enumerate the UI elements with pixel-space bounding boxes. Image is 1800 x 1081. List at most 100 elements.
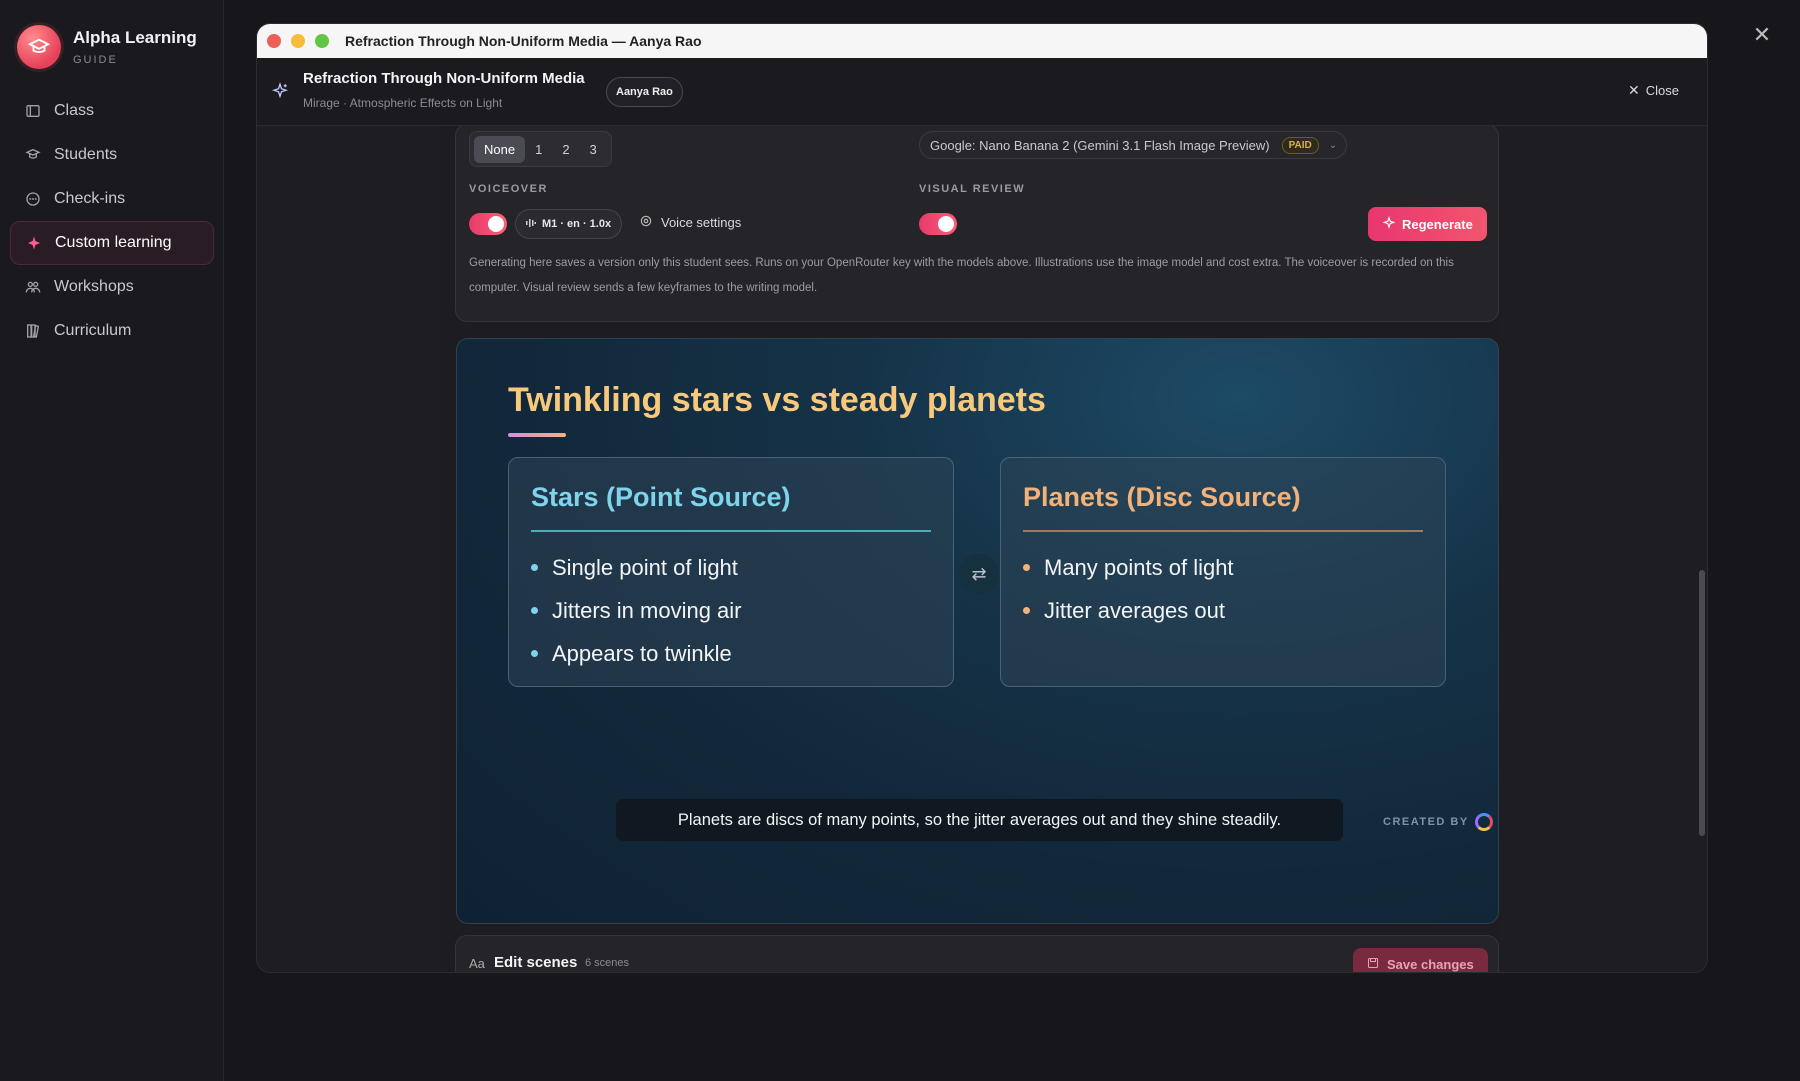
scene-count: 6 scenes [585, 957, 630, 969]
sidebar-item-label: Check-ins [54, 190, 126, 207]
edit-scenes-title: Edit scenes [494, 954, 578, 971]
illustration-count-selector: None 1 2 3 [469, 131, 612, 167]
class-icon [24, 102, 42, 120]
brand-logo-icon [1474, 813, 1493, 831]
bullet [1023, 607, 1030, 614]
lesson-subtitle: Mirage · Atmospheric Effects on Light [303, 96, 503, 110]
chevron-down-icon: ⌄ [1328, 139, 1338, 151]
close-icon: ✕ [1628, 82, 1640, 98]
close-button[interactable]: ✕ Close [1628, 82, 1679, 99]
created-by-label: CREATED BY [1383, 816, 1469, 828]
people-icon [24, 278, 42, 296]
bullet [1023, 564, 1030, 571]
paid-badge: PAID [1281, 136, 1319, 154]
sidebar-item-class[interactable]: Class [10, 89, 214, 133]
model-name: Google: Nano Banana 2 (Gemini 3.1 Flash … [930, 137, 1270, 153]
list-item: Single point of light [531, 546, 742, 589]
students-icon [24, 146, 42, 164]
sidebar-item-students[interactable]: Students [10, 133, 214, 177]
preview-window: Refraction Through Non-Uniform Media — A… [256, 23, 1708, 973]
window-close-dot[interactable] [267, 34, 281, 48]
window-zoom-dot[interactable] [315, 34, 329, 48]
stars-divider [531, 530, 931, 532]
bullet [531, 564, 538, 571]
voice-pill[interactable]: M1 · en · 1.0x [515, 209, 623, 239]
books-icon [24, 322, 42, 340]
visual-review-label: VISUAL REVIEW [919, 183, 1026, 195]
planets-card: Planets (Disc Source) Many points of lig… [1000, 457, 1446, 687]
brand-subtitle: GUIDE [73, 54, 118, 66]
stars-card: Stars (Point Source) Single point of lig… [508, 457, 954, 687]
stars-heading: Stars (Point Source) [531, 482, 791, 512]
student-chip[interactable]: Aanya Rao [606, 77, 683, 107]
bullet [531, 650, 538, 657]
sidebar-item-label: Curriculum [54, 322, 132, 339]
created-by: CREATED BY [1383, 813, 1493, 831]
brand-title: Alpha Learning [73, 28, 197, 47]
sidebar-item-label: Custom learning [55, 234, 172, 251]
window-minimize-dot[interactable] [291, 34, 305, 48]
window-titlebar: Refraction Through Non-Uniform Media — A… [257, 24, 1707, 58]
slide-preview: Twinkling stars vs steady planets Stars … [456, 338, 1499, 924]
segment-1[interactable]: 1 [525, 142, 552, 157]
gear-icon [639, 214, 653, 231]
voice-settings-button[interactable]: Voice settings [639, 214, 741, 231]
list-item: Jitter averages out [1023, 589, 1234, 632]
list-item: Many points of light [1023, 546, 1234, 589]
voiceover-label: VOICEOVER [469, 183, 548, 195]
sidebar: Alpha Learning GUIDE Class Students Chec… [0, 0, 224, 1081]
stars-list: Single point of light Jitters in moving … [531, 546, 742, 675]
chat-icon [24, 190, 42, 208]
app-header: Refraction Through Non-Uniform Media Mir… [257, 58, 1707, 126]
sparkle-icon [25, 234, 43, 252]
save-changes-button[interactable]: Save changes [1353, 948, 1488, 972]
sparkle-icon [271, 82, 289, 105]
sidebar-item-curriculum[interactable]: Curriculum [10, 309, 214, 353]
sidebar-item-label: Students [54, 146, 118, 163]
generation-settings-panel: None 1 2 3 Google: Nano Banana 2 (Gemini… [455, 126, 1499, 322]
voice-pill-label: M1 · en · 1.0x [542, 218, 612, 230]
voice-settings-label: Voice settings [661, 215, 742, 230]
visual-review-toggle[interactable] [919, 213, 957, 235]
close-label: Close [1645, 83, 1679, 98]
segment-3[interactable]: 3 [580, 142, 607, 157]
text-icon: Aa [469, 956, 485, 971]
list-item-text: Many points of light [1044, 554, 1234, 580]
floppy-icon [1367, 957, 1379, 972]
list-item: Jitters in moving air [531, 589, 742, 632]
sidebar-item-check-ins[interactable]: Check-ins [10, 177, 214, 221]
list-item-text: Jitters in moving air [552, 597, 742, 623]
planets-list: Many points of light Jitter averages out [1023, 546, 1234, 632]
list-item-text: Single point of light [552, 554, 738, 580]
sidebar-item-workshops[interactable]: Workshops [10, 265, 214, 309]
slide-title: Twinkling stars vs steady planets [508, 381, 1046, 419]
swap-arrows-icon: ⇄ [959, 554, 999, 594]
sidebar-item-label: Class [54, 102, 95, 119]
close-icon[interactable]: ✕ [1752, 24, 1772, 46]
sidebar-nav: Class Students Check-ins Custom learning… [10, 89, 214, 353]
segment-none[interactable]: None [474, 135, 526, 163]
list-item-text: Appears to twinkle [552, 640, 732, 666]
title-underline [508, 433, 566, 437]
scroll-content[interactable]: None 1 2 3 Google: Nano Banana 2 (Gemini… [257, 126, 1707, 972]
scrollbar[interactable] [1699, 570, 1705, 836]
regenerate-button[interactable]: Regenerate [1368, 207, 1487, 241]
graduation-cap-icon [17, 25, 61, 69]
sidebar-item-custom-learning[interactable]: Custom learning [10, 221, 214, 265]
voiceover-toggle[interactable] [469, 213, 507, 235]
image-model-select[interactable]: Google: Nano Banana 2 (Gemini 3.1 Flash … [919, 131, 1347, 159]
generation-note: Generating here saves a version only thi… [469, 257, 1454, 294]
brand[interactable]: Alpha Learning GUIDE [17, 25, 197, 69]
planets-heading: Planets (Disc Source) [1023, 482, 1301, 512]
regenerate-label: Regenerate [1402, 216, 1473, 232]
save-label: Save changes [1387, 956, 1474, 972]
planets-divider [1023, 530, 1423, 532]
lesson-title: Refraction Through Non-Uniform Media [303, 70, 585, 87]
segment-2[interactable]: 2 [552, 142, 579, 157]
waveform-icon [526, 218, 536, 231]
list-item: Appears to twinkle [531, 632, 742, 675]
window-title: Refraction Through Non-Uniform Media — A… [345, 33, 702, 49]
sidebar-item-label: Workshops [54, 278, 134, 295]
edit-scenes-panel: Aa Edit scenes 6 scenes Save changes [455, 935, 1499, 972]
bullet [531, 607, 538, 614]
